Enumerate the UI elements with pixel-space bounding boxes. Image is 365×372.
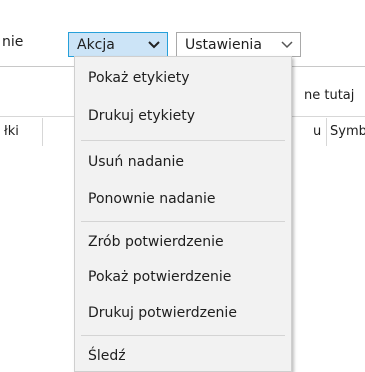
menu-separator [81,335,285,336]
settings-dropdown-label: Ustawienia [185,36,262,53]
grid-column-header-left[interactable]: łki [4,124,19,139]
chevron-down-icon [280,38,294,52]
menu-item-ponownie-nadanie[interactable]: Ponownie nadanie [88,191,216,207]
grid-column-divider [42,118,43,146]
toolbar-prev-item[interactable]: nie [2,34,23,50]
grid-column-header-right-2[interactable]: Symb [330,124,365,139]
grid-hint-text: ne tutaj [304,88,355,103]
menu-item-zrob-potwierdzenie[interactable]: Zrób potwierdzenie [88,234,224,250]
menu-item-drukuj-potwierdzenie[interactable]: Drukuj potwierdzenie [88,305,237,321]
menu-item-usun-nadanie[interactable]: Usuń nadanie [88,154,184,170]
grid-column-header-right-1[interactable]: u [313,124,321,139]
menu-separator [81,221,285,222]
menu-separator [81,140,285,141]
action-dropdown-menu: Pokaż etykiety Drukuj etykiety Usuń nada… [74,56,292,372]
menu-item-pokaz-etykiety[interactable]: Pokaż etykiety [88,70,190,86]
grid-column-divider [326,118,327,146]
menu-item-sledz[interactable]: Śledź [88,348,126,364]
menu-item-drukuj-etykiety[interactable]: Drukuj etykiety [88,108,195,124]
settings-dropdown[interactable]: Ustawienia [176,32,301,57]
chevron-down-icon [147,38,161,52]
action-dropdown[interactable]: Akcja [68,32,168,57]
action-dropdown-label: Akcja [77,36,115,53]
menu-item-pokaz-potwierdzenie[interactable]: Pokaż potwierdzenie [88,269,231,285]
